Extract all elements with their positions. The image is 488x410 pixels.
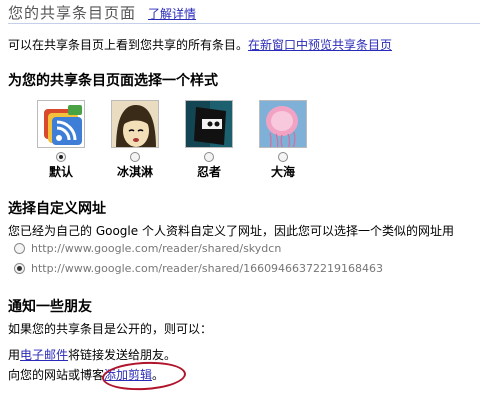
theme-option-ocean[interactable]: 大海 xyxy=(246,100,320,180)
style-section-heading: 为您的共享条目页面选择一个样式 xyxy=(8,73,218,89)
theme-option-default[interactable]: 默认 xyxy=(24,100,98,180)
url-radio-skydcn[interactable] xyxy=(14,243,25,254)
theme-radio-ice-cream[interactable] xyxy=(130,152,140,162)
theme-label-default: 默认 xyxy=(48,165,73,179)
theme-label-ocean: 大海 xyxy=(270,165,295,179)
url-section-description: 您已经为自己的 Google 个人资料自定义了网址，因此您可以选择一个类似的网址… xyxy=(8,224,454,238)
email-link[interactable]: 电子邮件 xyxy=(20,348,68,362)
ninja-theme-icon[interactable] xyxy=(185,100,233,148)
intro-description: 可以在共享条目页上看到您共享的所有条目。 xyxy=(8,38,249,52)
url-text-skydcn: http://www.google.com/reader/shared/skyd… xyxy=(31,242,282,255)
theme-radio-ocean[interactable] xyxy=(278,152,288,162)
page-header: 您的共享条目页面 了解详情 xyxy=(8,2,480,24)
theme-option-ice-cream[interactable]: 冰淇淋 xyxy=(98,100,172,180)
theme-label-ninja: 忍者 xyxy=(196,165,221,179)
url-text-numeric: http://www.google.com/reader/shared/1660… xyxy=(31,262,384,275)
theme-radio-ninja[interactable] xyxy=(204,152,214,162)
email-prefix: 用 xyxy=(8,348,21,362)
notify-condition: 如果您的共享条目是公开的，则可以： xyxy=(8,322,213,336)
theme-radio-default[interactable] xyxy=(56,152,66,162)
url-section-heading: 选择自定义网址 xyxy=(8,201,106,217)
theme-picker: 默认 冰淇淋 忍者 大海 xyxy=(24,100,320,180)
clip-prefix: 向您的网站或博客 xyxy=(8,368,105,382)
learn-more-link[interactable]: 了解详情 xyxy=(148,5,196,22)
annotation-circle xyxy=(101,359,187,393)
url-option-skydcn[interactable]: http://www.google.com/reader/shared/skyd… xyxy=(14,242,281,255)
theme-label-ice-cream: 冰淇淋 xyxy=(116,165,153,179)
page-title: 您的共享条目页面 xyxy=(8,4,137,22)
intro-text: 可以在共享条目页上看到您共享的所有条目。在新窗口中预览共享条目页 xyxy=(8,36,392,53)
ocean-theme-icon[interactable] xyxy=(259,100,307,148)
preview-shared-page-link[interactable]: 在新窗口中预览共享条目页 xyxy=(248,38,392,52)
notify-section-heading: 通知一些朋友 xyxy=(8,299,92,315)
url-radio-numeric[interactable] xyxy=(14,263,25,274)
theme-option-ninja[interactable]: 忍者 xyxy=(172,100,246,180)
ice-cream-theme-icon[interactable] xyxy=(111,100,159,148)
email-suffix: 将链接发送给朋友。 xyxy=(68,348,177,362)
default-theme-icon[interactable] xyxy=(37,100,85,148)
url-option-numeric[interactable]: http://www.google.com/reader/shared/1660… xyxy=(14,262,383,275)
email-line: 用电子邮件将链接发送给朋友。 xyxy=(8,346,176,363)
